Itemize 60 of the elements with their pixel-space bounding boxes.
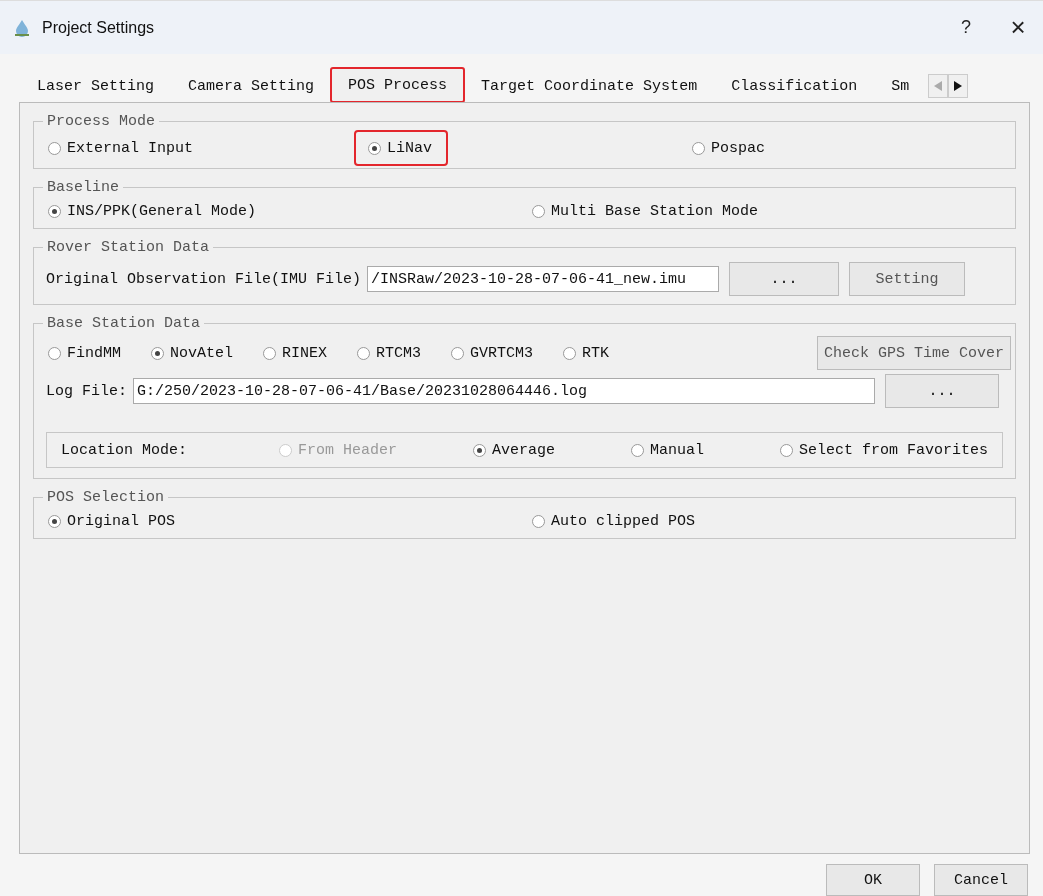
radio-label[interactable]: RTK xyxy=(582,344,610,362)
radio-label[interactable]: Auto clipped POS xyxy=(551,512,696,530)
radio-label[interactable]: NovAtel xyxy=(170,344,234,362)
radio-label[interactable]: INS/PPK(General Mode) xyxy=(67,202,257,220)
tab[interactable]: Classification xyxy=(714,70,875,102)
radio-icon[interactable] xyxy=(779,443,793,457)
tab[interactable]: Laser Setting xyxy=(20,70,172,102)
radio-label[interactable]: RTCM3 xyxy=(376,344,422,362)
radio-icon[interactable] xyxy=(692,141,705,155)
group-title: Process Mode xyxy=(46,113,157,130)
radio-icon[interactable] xyxy=(48,514,61,528)
field-label: Original Observation File(IMU File) xyxy=(46,270,362,288)
radio-icon[interactable] xyxy=(631,443,644,457)
radio-label[interactable]: Original POS xyxy=(67,512,176,530)
radio-icon[interactable] xyxy=(532,514,545,528)
radio-icon[interactable] xyxy=(48,141,61,155)
radio-label[interactable]: Average xyxy=(492,441,555,459)
input-field[interactable]: /INSRaw/2023-10-28-07-06-41_new.imu xyxy=(367,266,720,292)
tab[interactable]: POS Process xyxy=(331,68,465,102)
radio-icon[interactable] xyxy=(48,346,61,360)
radio-icon[interactable] xyxy=(451,346,465,360)
radio-icon[interactable] xyxy=(473,443,486,457)
setting-button[interactable]: Setting xyxy=(849,262,966,296)
group-title: POS Selection xyxy=(46,489,166,506)
radio-icon[interactable] xyxy=(263,346,277,360)
field-label: Log File: xyxy=(46,382,127,400)
radio-label[interactable]: FindMM xyxy=(67,344,121,362)
radio-label[interactable]: GVRTCM3 xyxy=(470,344,534,362)
radio-label[interactable]: Multi Base Station Mode xyxy=(551,202,759,220)
radio-icon[interactable] xyxy=(48,204,61,218)
radio-label[interactable]: Manual xyxy=(650,441,704,459)
radio-icon[interactable] xyxy=(357,346,371,360)
field-label: Location Mode: xyxy=(61,441,188,459)
browse-button[interactable]: ... xyxy=(885,374,999,408)
close-button[interactable]: × xyxy=(1001,10,1035,45)
radio-icon[interactable] xyxy=(532,204,545,218)
dialog-button[interactable]: OK xyxy=(826,864,920,896)
right-arrow-icon xyxy=(954,81,963,91)
radio-label[interactable]: Pospac xyxy=(711,139,765,157)
radio-label[interactable]: Select from Favorites xyxy=(798,441,988,459)
group-title: Base Station Data xyxy=(46,315,202,332)
input-field[interactable]: G:/250/2023-10-28-07-06-41/Base/20231028064446.log xyxy=(133,378,875,404)
tab[interactable]: Camera Setting xyxy=(171,70,332,102)
radio-label[interactable]: LiNav xyxy=(387,139,432,157)
help-button[interactable]: ? xyxy=(949,10,983,45)
dialog-button[interactable]: Cancel xyxy=(934,864,1028,896)
radio-icon[interactable] xyxy=(563,346,577,360)
radio-label[interactable]: RINEX xyxy=(282,344,328,362)
left-arrow-icon xyxy=(934,81,943,91)
check-gps-button[interactable]: Check GPS Time Cover xyxy=(816,336,1011,370)
radio-icon[interactable] xyxy=(368,141,381,155)
radio-icon[interactable] xyxy=(151,346,164,360)
radio-label[interactable]: External Input xyxy=(67,139,194,157)
group-title: Baseline xyxy=(46,179,120,196)
scroll-right-button[interactable] xyxy=(948,74,969,98)
tab[interactable]: Target Coordinate System xyxy=(464,70,715,102)
window-title: Project Settings xyxy=(42,18,155,37)
tab[interactable]: Sm xyxy=(874,70,927,102)
browse-button[interactable]: ... xyxy=(729,262,840,296)
group-title: Rover Station Data xyxy=(46,239,211,256)
